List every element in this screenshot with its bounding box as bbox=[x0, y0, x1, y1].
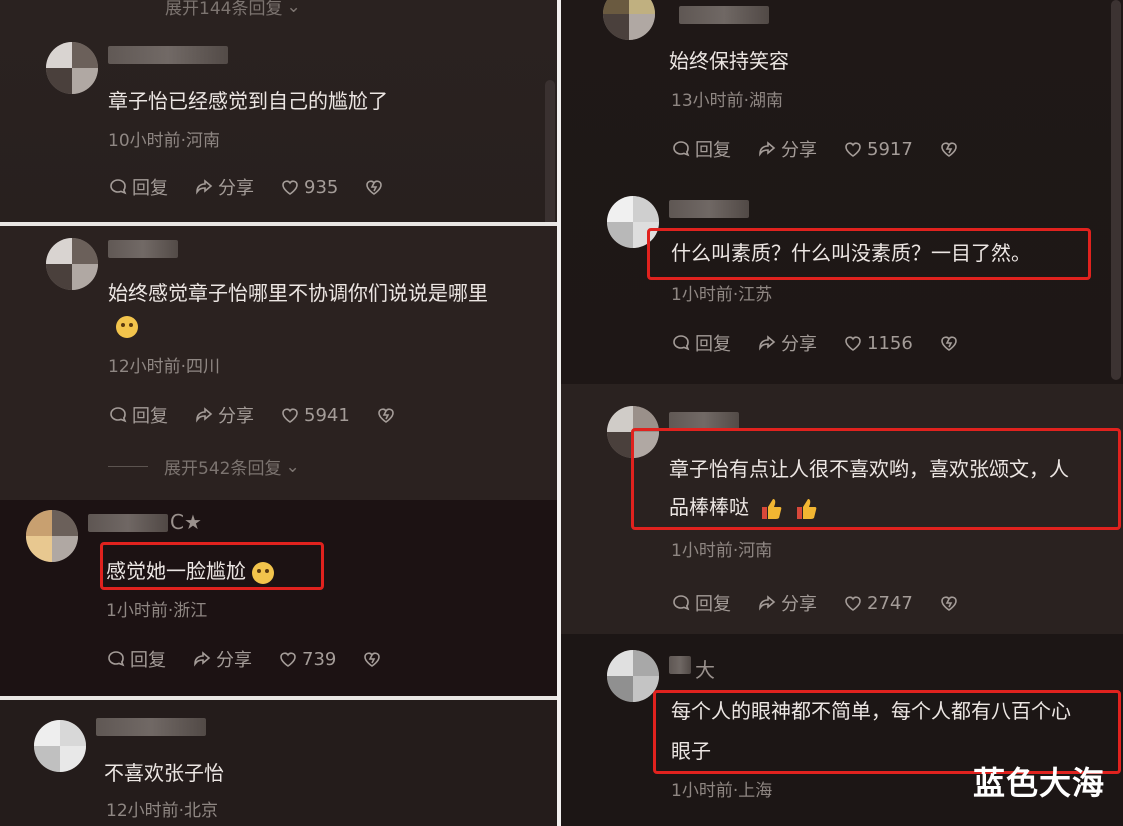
dislike-button[interactable] bbox=[364, 177, 384, 197]
username-blurred[interactable] bbox=[679, 6, 769, 24]
comment-icon bbox=[673, 141, 690, 157]
share-button[interactable]: 分享 bbox=[192, 646, 252, 672]
comment-meta: 13小时前·湖南 bbox=[671, 91, 784, 111]
comment-icon bbox=[673, 595, 690, 611]
avatar[interactable] bbox=[26, 510, 78, 562]
username-blurred[interactable] bbox=[88, 514, 168, 532]
chevron-down-icon: ⌄ bbox=[285, 456, 300, 477]
comment-text: 不喜欢张子怡 bbox=[104, 761, 224, 785]
dislike-heart-icon bbox=[366, 180, 383, 195]
comment-actions: 回复 分享 5941 bbox=[108, 402, 422, 428]
avatar[interactable] bbox=[603, 0, 655, 40]
username-blurred[interactable] bbox=[108, 46, 228, 64]
share-button[interactable]: 分享 bbox=[757, 590, 817, 616]
highlight-box bbox=[647, 228, 1091, 280]
username-blurred[interactable] bbox=[108, 240, 178, 258]
avatar[interactable] bbox=[46, 238, 98, 290]
share-icon bbox=[196, 407, 213, 423]
comment-actions: 回复 分享 935 bbox=[108, 174, 410, 200]
username-blurred[interactable] bbox=[669, 200, 749, 218]
comment-icon bbox=[110, 407, 127, 423]
right-comment-column: 始终保持笑容 13小时前·湖南 回复 分享 5917 什么叫素质？什么叫没素质？… bbox=[561, 0, 1123, 826]
dislike-heart-icon bbox=[364, 652, 381, 667]
dislike-heart-icon bbox=[941, 142, 957, 157]
comment-actions: 回复 分享 5917 bbox=[671, 136, 985, 162]
expand-replies-link[interactable]: 展开144条回复 ⌄ bbox=[165, 0, 301, 19]
like-button[interactable]: 1156 bbox=[843, 333, 913, 354]
comment-actions: 回复 分享 2747 bbox=[671, 590, 985, 616]
username-suffix: 大 bbox=[695, 658, 715, 682]
comment-text: 章子怡已经感觉到自己的尴尬了 bbox=[108, 89, 388, 113]
comment-item: 始终保持笑容 13小时前·湖南 回复 分享 5917 什么叫素质？什么叫没素质？… bbox=[561, 0, 1123, 384]
share-icon bbox=[759, 595, 776, 611]
reply-button[interactable]: 回复 bbox=[108, 402, 168, 428]
heart-icon bbox=[280, 652, 296, 667]
share-icon bbox=[194, 651, 211, 667]
heart-icon bbox=[845, 596, 861, 611]
reply-button[interactable]: 回复 bbox=[108, 174, 168, 200]
comment-meta: 10小时前·河南 bbox=[108, 131, 221, 151]
emoji-icon bbox=[116, 316, 138, 338]
left-comment-column: 展开144条回复 ⌄ 章子怡已经感觉到自己的尴尬了 10小时前·河南 回复 分享 … bbox=[0, 0, 557, 826]
username-blurred[interactable] bbox=[669, 656, 691, 674]
share-button[interactable]: 分享 bbox=[194, 174, 254, 200]
dislike-heart-icon bbox=[941, 596, 957, 611]
comment-meta: 1小时前·江苏 bbox=[671, 285, 773, 305]
username-blurred[interactable] bbox=[96, 718, 206, 736]
comment-icon bbox=[110, 179, 127, 195]
highlight-box bbox=[100, 542, 324, 590]
chevron-down-icon: ⌄ bbox=[286, 0, 301, 17]
reply-button[interactable]: 回复 bbox=[671, 330, 731, 356]
dislike-button[interactable] bbox=[939, 593, 959, 613]
dislike-button[interactable] bbox=[376, 405, 396, 425]
like-button[interactable]: 935 bbox=[280, 177, 338, 198]
comment-meta: 1小时前·浙江 bbox=[106, 601, 208, 621]
divider bbox=[108, 466, 148, 467]
comment-actions: 回复 分享 1156 bbox=[671, 330, 985, 356]
like-button[interactable]: 2747 bbox=[843, 593, 913, 614]
avatar[interactable] bbox=[607, 650, 659, 702]
dislike-heart-icon bbox=[378, 408, 394, 423]
share-icon bbox=[196, 179, 213, 195]
reply-button[interactable]: 回复 bbox=[671, 590, 731, 616]
comment-meta: 1小时前·河南 bbox=[671, 541, 773, 561]
comment-meta: 1小时前·上海 bbox=[671, 781, 773, 801]
watermark: 蓝色大海 bbox=[972, 764, 1105, 802]
comment-text: 始终保持笑容 bbox=[669, 49, 789, 73]
comment-actions: 回复 分享 739 bbox=[106, 646, 408, 672]
comment-meta: 12小时前·四川 bbox=[108, 357, 221, 377]
heart-icon bbox=[845, 142, 861, 157]
dislike-heart-icon bbox=[941, 336, 957, 351]
dislike-button[interactable] bbox=[362, 649, 382, 669]
avatar[interactable] bbox=[46, 42, 98, 94]
reply-button[interactable]: 回复 bbox=[106, 646, 166, 672]
like-button[interactable]: 5917 bbox=[843, 139, 913, 160]
comment-meta: 12小时前·北京 bbox=[106, 801, 219, 821]
share-button[interactable]: 分享 bbox=[194, 402, 254, 428]
heart-icon bbox=[845, 336, 861, 351]
comment-item: 不喜欢张子怡 12小时前·北京 bbox=[0, 700, 557, 826]
dislike-button[interactable] bbox=[939, 139, 959, 159]
comment-item: 始终感觉章子怡哪里不协调你们说说是哪里 12小时前·四川 回复 分享 5941 … bbox=[0, 226, 557, 500]
comment-item: 章子怡已经感觉到自己的尴尬了 10小时前·河南 回复 分享 935 bbox=[0, 20, 557, 220]
like-button[interactable]: 5941 bbox=[280, 405, 350, 426]
expand-replies-link[interactable]: 展开542条回复 ⌄ bbox=[108, 454, 300, 479]
reply-button[interactable]: 回复 bbox=[671, 136, 731, 162]
comment-item: 章子怡有点让人很不喜欢哟，喜欢张颂文，人 品棒棒哒 1小时前·河南 回复 分享 … bbox=[561, 384, 1123, 634]
comment-item: C★ 感觉她一脸尴尬 1小时前·浙江 回复 分享 739 bbox=[0, 500, 557, 696]
share-icon bbox=[759, 141, 776, 157]
comment-icon bbox=[673, 335, 690, 351]
highlight-box bbox=[631, 428, 1121, 530]
comment-text: 始终感觉章子怡哪里不协调你们说说是哪里 bbox=[108, 281, 488, 305]
like-button[interactable]: 739 bbox=[278, 649, 336, 670]
username-suffix: C★ bbox=[170, 510, 202, 534]
heart-icon bbox=[282, 180, 298, 195]
share-icon bbox=[759, 335, 776, 351]
heart-icon bbox=[282, 408, 298, 423]
dislike-button[interactable] bbox=[939, 333, 959, 353]
comment-icon bbox=[108, 651, 125, 667]
share-button[interactable]: 分享 bbox=[757, 136, 817, 162]
avatar[interactable] bbox=[34, 720, 86, 772]
share-button[interactable]: 分享 bbox=[757, 330, 817, 356]
